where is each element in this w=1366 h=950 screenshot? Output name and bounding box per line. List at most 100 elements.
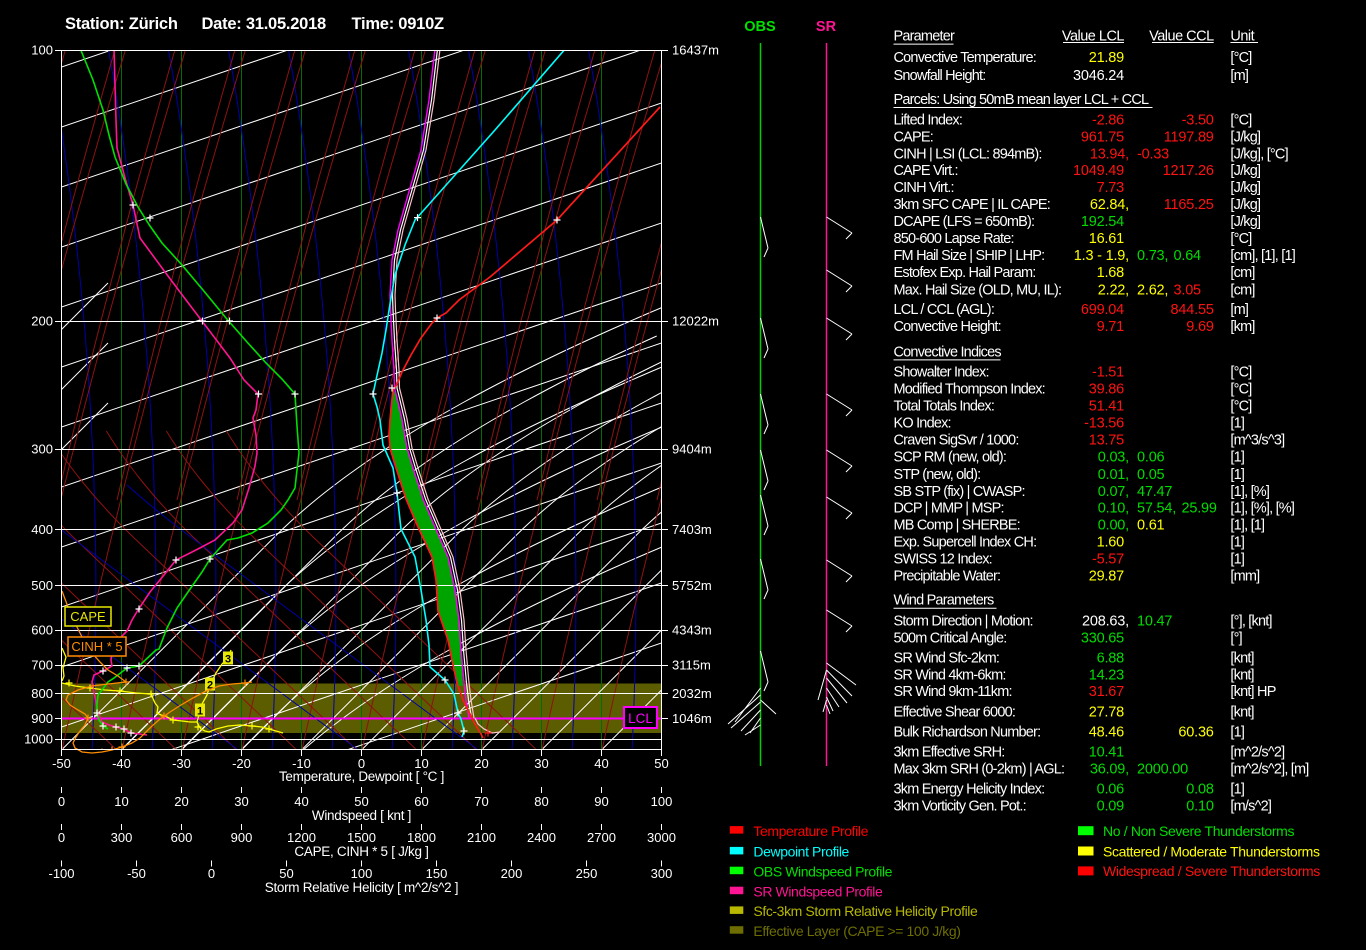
svg-text:DCP | MMP | MSP:: DCP | MMP | MSP: — [894, 501, 1004, 517]
svg-text:OBS Windspeed Profile: OBS Windspeed Profile — [753, 864, 892, 880]
svg-text:Dewpoint Profile: Dewpoint Profile — [753, 844, 849, 860]
svg-text:Storm Relative Helicity [ m^2/: Storm Relative Helicity [ m^2/s^2 ] — [265, 880, 458, 895]
svg-text:-50: -50 — [127, 866, 146, 881]
svg-text:0.10: 0.10 — [1186, 798, 1214, 814]
svg-text:0.10,: 0.10, — [1098, 501, 1129, 517]
svg-text:MB Comp | SHERBE:: MB Comp | SHERBE: — [894, 518, 1020, 534]
svg-text:2032m: 2032m — [672, 686, 712, 701]
svg-text:60: 60 — [414, 794, 428, 809]
svg-text:Craven SigSvr / 1000:: Craven SigSvr / 1000: — [894, 433, 1019, 449]
svg-text:0.06: 0.06 — [1137, 450, 1165, 466]
svg-text:[J/kg]: [J/kg] — [1230, 163, 1260, 179]
svg-text:SWISS 12 Index:: SWISS 12 Index: — [894, 551, 992, 567]
svg-text:Showalter Index:: Showalter Index: — [894, 364, 989, 380]
svg-text:Station: Zürich: Station: Zürich — [65, 15, 178, 33]
svg-text:[1], [1]: [1], [1] — [1230, 518, 1264, 534]
svg-text:1200: 1200 — [287, 830, 316, 845]
svg-text:[1]: [1] — [1230, 450, 1244, 466]
svg-text:1800: 1800 — [407, 830, 436, 845]
svg-text:600: 600 — [171, 830, 193, 845]
svg-text:STP (new, old):: STP (new, old): — [894, 467, 981, 483]
svg-text:Effective Layer (CAPE >= 100 J: Effective Layer (CAPE >= 100 J/kg) — [753, 923, 960, 939]
svg-text:2100: 2100 — [467, 830, 496, 845]
svg-text:57.54,: 57.54, — [1137, 501, 1176, 517]
svg-text:600: 600 — [31, 623, 53, 638]
svg-text:40: 40 — [594, 756, 608, 771]
svg-text:[J/kg]: [J/kg] — [1230, 197, 1260, 213]
svg-text:21.89: 21.89 — [1089, 50, 1124, 66]
svg-text:Total Totals Index:: Total Totals Index: — [894, 399, 995, 415]
svg-text:[knt]: [knt] — [1230, 705, 1253, 721]
svg-text:Parameter: Parameter — [894, 29, 955, 45]
svg-text:Bulk Richardson Number:: Bulk Richardson Number: — [894, 724, 1041, 740]
svg-text:[1]: [1] — [1230, 551, 1244, 567]
svg-text:2000.00: 2000.00 — [1137, 761, 1188, 777]
svg-text:[knt]: [knt] — [1230, 650, 1253, 666]
svg-text:0: 0 — [58, 830, 65, 845]
svg-text:1217.26: 1217.26 — [1163, 163, 1214, 179]
svg-text:9404m: 9404m — [672, 442, 712, 457]
svg-text:2.22,: 2.22, — [1098, 282, 1129, 298]
svg-text:50: 50 — [354, 794, 368, 809]
svg-text:1.60: 1.60 — [1097, 534, 1125, 550]
svg-text:Date: 31.05.2018: Date: 31.05.2018 — [202, 15, 326, 33]
svg-text:CAPE: CAPE — [70, 609, 106, 624]
svg-text:Widespread / Severe Thundersto: Widespread / Severe Thunderstorms — [1103, 863, 1320, 879]
svg-text:[m]: [m] — [1230, 302, 1248, 318]
svg-text:[1], [%], [%]: [1], [%], [%] — [1230, 501, 1294, 517]
svg-text:3046.24: 3046.24 — [1073, 68, 1124, 84]
svg-text:36.09,: 36.09, — [1090, 761, 1129, 777]
svg-text:80: 80 — [534, 794, 548, 809]
svg-text:90: 90 — [594, 794, 608, 809]
svg-text:Max. Hail Size (OLD, MU, IL):: Max. Hail Size (OLD, MU, IL): — [894, 282, 1062, 298]
svg-text:Windspeed [ knt ]: Windspeed [ knt ] — [312, 808, 411, 823]
svg-text:Temperature Profile: Temperature Profile — [753, 823, 868, 839]
svg-text:30: 30 — [534, 756, 548, 771]
svg-text:0.03,: 0.03, — [1098, 450, 1129, 466]
svg-text:900: 900 — [231, 830, 253, 845]
svg-text:60.36: 60.36 — [1178, 724, 1213, 740]
svg-text:-3.50: -3.50 — [1182, 113, 1214, 129]
svg-text:10.47: 10.47 — [1137, 613, 1172, 629]
svg-text:Parcels: Using 50mB mean layer: Parcels: Using 50mB mean layer LCL + CCL — [894, 92, 1150, 108]
svg-text:1500: 1500 — [347, 830, 376, 845]
svg-text:-5.57: -5.57 — [1092, 551, 1124, 567]
svg-text:50: 50 — [654, 756, 668, 771]
svg-text:CINH * 5: CINH * 5 — [71, 639, 122, 654]
svg-text:39.86: 39.86 — [1089, 381, 1124, 397]
svg-text:3km SFC CAPE | IL CAPE:: 3km SFC CAPE | IL CAPE: — [894, 197, 1050, 213]
svg-text:0.07,: 0.07, — [1098, 484, 1129, 500]
svg-text:OBS: OBS — [744, 19, 776, 35]
svg-text:5752m: 5752m — [672, 578, 712, 593]
svg-text:Max 3km SRH (0-2km) | AGL:: Max 3km SRH (0-2km) | AGL: — [894, 761, 1065, 777]
svg-text:-30: -30 — [172, 756, 191, 771]
svg-text:208.63,: 208.63, — [1082, 613, 1129, 629]
svg-text:961.75: 961.75 — [1081, 129, 1124, 145]
svg-text:-13.56: -13.56 — [1084, 416, 1124, 432]
svg-text:1165.25: 1165.25 — [1164, 197, 1214, 213]
svg-text:[1]: [1] — [1230, 724, 1244, 740]
svg-text:SR: SR — [816, 19, 837, 35]
svg-text:SR Wind 4km-6km:: SR Wind 4km-6km: — [894, 668, 1006, 684]
svg-text:0.06: 0.06 — [1097, 781, 1125, 797]
svg-text:SCP RM (new, old):: SCP RM (new, old): — [894, 450, 1007, 466]
svg-text:[°C]: [°C] — [1230, 113, 1251, 129]
svg-text:KO Index:: KO Index: — [894, 416, 951, 432]
svg-text:LCL / CCL (AGL):: LCL / CCL (AGL): — [894, 302, 995, 318]
svg-text:Convective Height:: Convective Height: — [894, 319, 1001, 335]
svg-text:[°C]: [°C] — [1230, 399, 1251, 415]
svg-text:0.73,: 0.73, — [1137, 248, 1168, 264]
svg-text:Time: 0910Z: Time: 0910Z — [352, 15, 444, 33]
svg-text:12022m: 12022m — [672, 314, 719, 329]
svg-text:300: 300 — [651, 866, 673, 881]
svg-text:2700: 2700 — [587, 830, 616, 845]
svg-text:4343m: 4343m — [672, 623, 712, 638]
svg-text:900: 900 — [31, 711, 53, 726]
svg-text:-40: -40 — [112, 756, 131, 771]
svg-text:SB STP (fix) | CWASP:: SB STP (fix) | CWASP: — [894, 484, 1025, 500]
svg-text:400: 400 — [31, 522, 53, 537]
svg-text:[m^3/s^3]: [m^3/s^3] — [1230, 433, 1284, 449]
svg-text:-20: -20 — [232, 756, 251, 771]
svg-text:150: 150 — [426, 866, 448, 881]
svg-text:[mm]: [mm] — [1230, 569, 1259, 585]
